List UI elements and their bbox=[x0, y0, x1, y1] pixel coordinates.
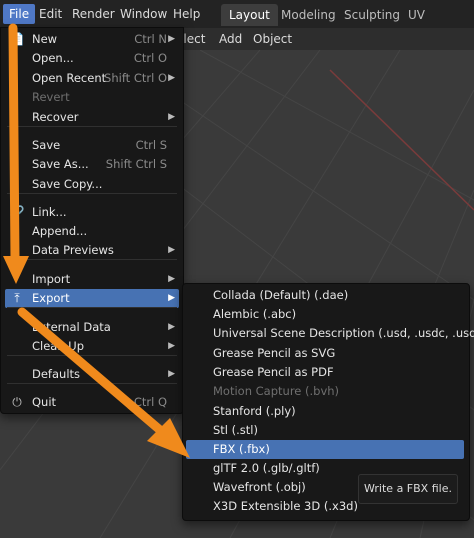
annotation-arrows bbox=[3, 23, 190, 458]
arrowhead-down-icon bbox=[3, 256, 29, 284]
annotation-arrow-diagonal bbox=[17, 307, 165, 435]
annotation-arrow-down bbox=[8, 23, 20, 263]
